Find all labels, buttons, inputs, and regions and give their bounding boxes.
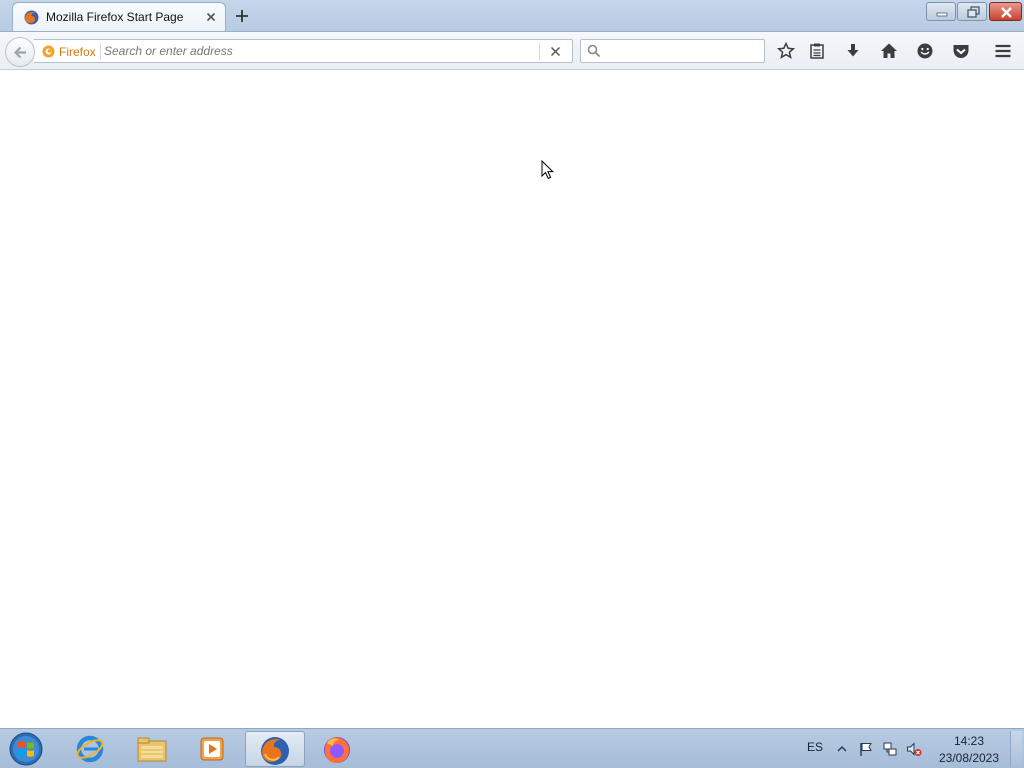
identity-separator xyxy=(100,43,101,60)
pocket-button[interactable] xyxy=(951,41,971,61)
identity-label: Firefox xyxy=(59,45,96,59)
taskbar-media-player[interactable] xyxy=(184,731,240,767)
address-input[interactable] xyxy=(104,42,534,60)
language-indicator[interactable]: ES xyxy=(807,740,823,754)
new-tab-icon[interactable] xyxy=(233,7,251,25)
firefox-icon xyxy=(261,737,289,765)
firefox-favicon-icon xyxy=(24,10,39,25)
clock-date[interactable]: 23/08/2023 xyxy=(936,751,1002,765)
home-button[interactable] xyxy=(879,41,899,61)
show-desktop-button[interactable] xyxy=(1010,731,1022,767)
url-bar[interactable]: Firefox xyxy=(34,39,573,63)
minimize-button[interactable] xyxy=(926,2,956,21)
clear-address-icon[interactable] xyxy=(548,44,563,59)
bookmark-star-icon xyxy=(776,41,796,59)
menu-icon xyxy=(995,44,1011,58)
search-input[interactable] xyxy=(607,42,759,60)
title-bar: Mozilla Firefox Start Page xyxy=(0,0,1024,31)
pocket-icon xyxy=(953,45,969,58)
restore-icon xyxy=(967,6,980,18)
start-button-icon[interactable] xyxy=(7,731,45,767)
downloads-button[interactable] xyxy=(843,41,863,61)
network-icon[interactable] xyxy=(882,741,898,757)
file-explorer-icon xyxy=(137,737,167,762)
identity-box[interactable]: Firefox xyxy=(42,44,102,60)
mouse-cursor-icon xyxy=(541,160,555,180)
back-button[interactable] xyxy=(5,37,35,67)
search-bar[interactable] xyxy=(580,39,765,63)
volume-muted-icon[interactable] xyxy=(906,741,922,757)
internet-explorer-icon xyxy=(76,735,104,763)
tab-start-page[interactable]: Mozilla Firefox Start Page xyxy=(12,2,226,31)
taskbar-firefox-new[interactable] xyxy=(308,731,364,767)
firefox-identity-icon xyxy=(42,45,55,58)
reading-list-button[interactable] xyxy=(807,41,827,61)
action-center-flag-icon[interactable] xyxy=(858,741,874,757)
taskbar: ES 14:23 23/08/2023 xyxy=(0,728,1024,768)
hello-chat-button[interactable] xyxy=(915,41,935,61)
url-separator xyxy=(539,43,540,60)
taskbar-file-explorer[interactable] xyxy=(123,731,179,767)
search-icon xyxy=(587,44,601,58)
hello-chat-icon xyxy=(917,43,933,59)
tab-title: Mozilla Firefox Start Page xyxy=(46,10,184,24)
open-menu-button[interactable] xyxy=(993,41,1013,61)
tab-close-icon[interactable] xyxy=(203,9,219,25)
media-player-icon xyxy=(200,737,224,761)
back-icon xyxy=(13,46,26,59)
home-icon xyxy=(881,43,897,58)
page-content[interactable] xyxy=(0,70,1024,728)
download-icon xyxy=(847,44,859,57)
restore-button[interactable] xyxy=(957,2,987,21)
close-window-button[interactable] xyxy=(989,2,1022,21)
firefox-new-icon xyxy=(324,737,350,763)
clock-time[interactable]: 14:23 xyxy=(940,734,998,748)
close-icon xyxy=(1001,7,1012,18)
taskbar-internet-explorer[interactable] xyxy=(62,731,118,767)
bookmark-button[interactable] xyxy=(776,41,796,61)
navigation-toolbar: Firefox xyxy=(0,31,1024,70)
reading-list-icon xyxy=(810,43,824,59)
minimize-icon xyxy=(936,12,948,17)
taskbar-firefox-active[interactable] xyxy=(245,731,305,767)
show-hidden-icons-icon[interactable] xyxy=(834,741,850,757)
